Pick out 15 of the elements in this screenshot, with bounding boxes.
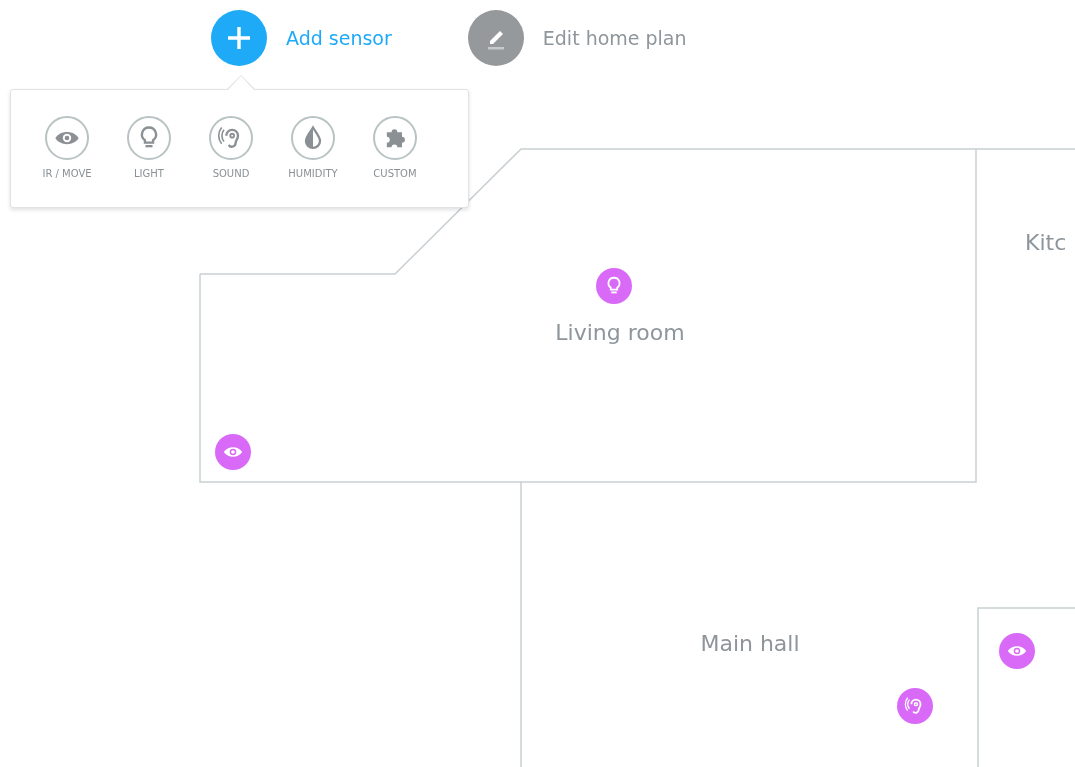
plus-icon bbox=[226, 25, 252, 51]
room-label: Main hall bbox=[700, 630, 800, 656]
room-label: Living room bbox=[555, 319, 685, 345]
add-sensor-button[interactable]: Add sensor bbox=[211, 10, 392, 66]
sensor-marker[interactable] bbox=[215, 434, 251, 470]
sensor-marker[interactable] bbox=[596, 268, 632, 304]
edit-plan-button[interactable]: Edit home plan bbox=[467, 10, 687, 66]
sensor-type-option[interactable]: SOUND bbox=[196, 116, 266, 207]
sensor-marker[interactable] bbox=[999, 633, 1035, 669]
sensor-marker[interactable] bbox=[897, 688, 933, 724]
sensor-type-option[interactable]: CUSTOM bbox=[360, 116, 430, 207]
room-label: Kitc bbox=[1025, 229, 1067, 255]
sensor-type-option[interactable]: LIGHT bbox=[114, 116, 184, 207]
sensor-type-option[interactable]: IR / MOVE bbox=[32, 116, 102, 207]
sensor-type-option[interactable]: HUMIDITY bbox=[278, 116, 348, 207]
